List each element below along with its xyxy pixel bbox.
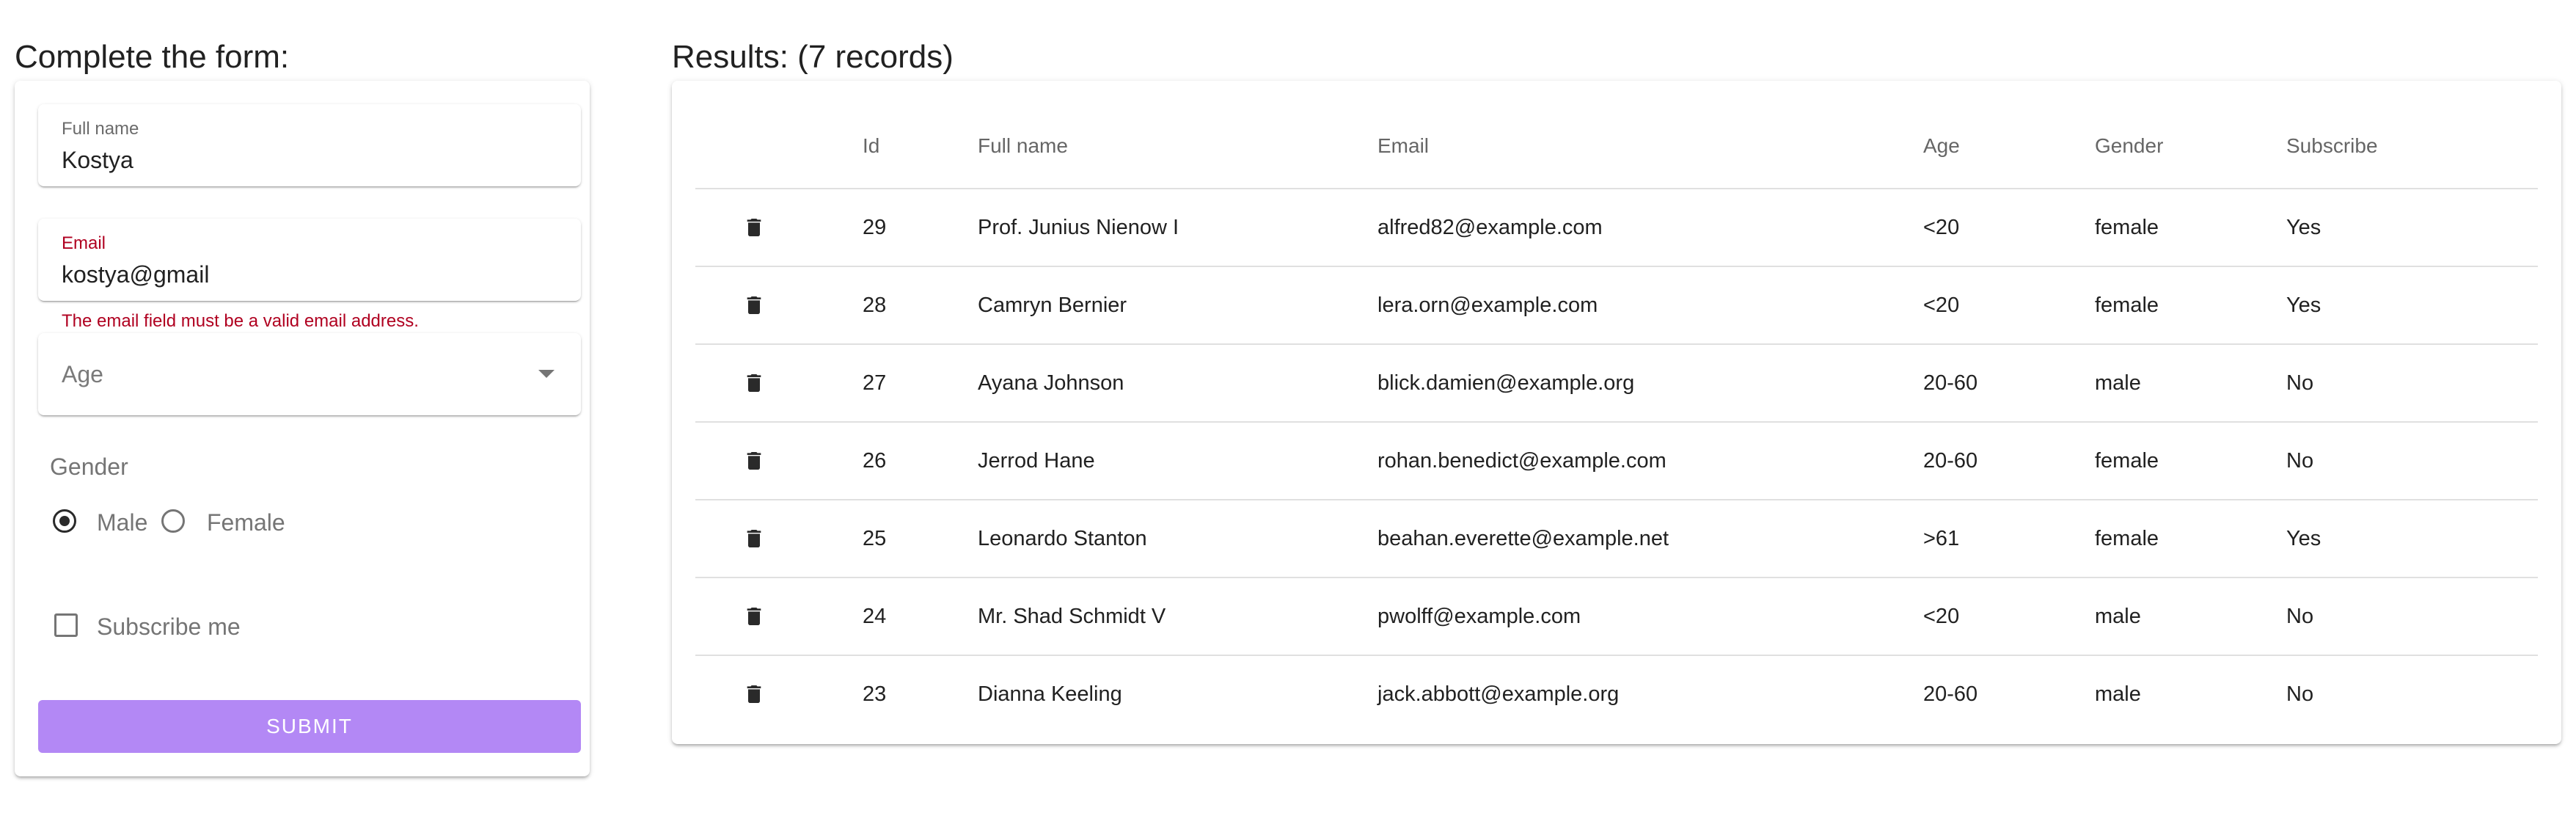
form-heading: Complete the form:: [15, 39, 290, 75]
cell-full-name: Dianna Keeling: [978, 682, 1122, 706]
cell-gender: male: [2095, 682, 2141, 706]
gender-radio-male[interactable]: [53, 509, 76, 533]
cell-full-name: Mr. Shad Schmidt V: [978, 578, 1377, 656]
results-table: Id Full name Email Age Gender Subscribe …: [695, 104, 2538, 732]
table-header-row: Id Full name Email Age Gender Subscribe: [695, 104, 2538, 189]
full-name-label: Full name: [62, 119, 139, 139]
cell-email: pwolff@example.com: [1377, 578, 1923, 656]
results-card: Id Full name Email Age Gender Subscribe …: [672, 81, 2561, 744]
delete-cell: [695, 578, 863, 656]
caret-down-icon[interactable]: [538, 370, 555, 378]
cell-age: >61: [1923, 500, 2095, 578]
submit-button[interactable]: SUBMIT: [38, 700, 581, 753]
table-row: 24 Mr. Shad Schmidt Vpwolff@example.com <2…: [695, 578, 2538, 656]
header-age: Age: [1923, 104, 2095, 189]
cell-full-name: Prof. Junius Nienow I: [978, 189, 1377, 267]
cell-id: 23: [863, 682, 887, 706]
cell-subscribe: No: [2286, 682, 2314, 706]
cell-email: rohan.benedict@example.com: [1377, 422, 1923, 500]
table-row: 26 Jerrod Hane rohan.benedict@example.com 2…: [695, 422, 2538, 500]
subscribe-checkbox[interactable]: [54, 613, 78, 637]
cell-age: <20: [1923, 578, 2095, 656]
header-gender: Gender: [2095, 104, 2286, 189]
age-placeholder: Age: [62, 361, 103, 387]
cell-subscribe: No: [2286, 422, 2538, 500]
trash-icon[interactable]: [742, 446, 766, 476]
cell-full-name: Jerrod Hane: [978, 422, 1377, 500]
cell-age: 20-60: [1923, 682, 1978, 706]
delete-cell: [695, 655, 863, 732]
delete-cell: [695, 344, 863, 423]
cell-subscribe: No: [2286, 344, 2538, 423]
table-row: 29 Prof. Junius Nienow Ialfred82@example.…: [695, 189, 2538, 267]
cell-gender: female: [2095, 422, 2286, 500]
subscribe-label[interactable]: Subscribe me: [97, 613, 241, 641]
table-row: 25 Leonardo Stanton beahan.everette@exampl…: [695, 500, 2538, 578]
cell-full-name: Leonardo Stanton: [978, 500, 1377, 578]
header-actions: [695, 104, 863, 189]
cell-id: 28: [863, 266, 978, 345]
cell-id: 24: [863, 578, 978, 656]
email-error-message: The email field must be a valid email ad…: [62, 311, 419, 331]
cell-age: <20: [1923, 189, 2095, 267]
cell-email: beahan.everette@example.net: [1377, 500, 1923, 578]
header-id: Id: [863, 104, 978, 189]
header-full-name: Full name: [978, 104, 1377, 189]
delete-cell: [695, 500, 863, 578]
delete-cell: [695, 189, 863, 267]
header-subscribe: Subscribe: [2286, 104, 2538, 189]
cell-full-name: Ayana Johnson: [978, 344, 1377, 423]
table-row: 28 Camryn Bernier lera.orn@example.com <20 f…: [695, 266, 2538, 345]
gender-male-label[interactable]: Male: [97, 509, 147, 536]
cell-id: 26: [863, 422, 978, 500]
trash-icon[interactable]: [742, 679, 766, 709]
cell-gender: female: [2095, 189, 2286, 267]
delete-cell: [695, 266, 863, 345]
cell-subscribe: No: [2286, 578, 2538, 656]
trash-icon[interactable]: [742, 213, 766, 242]
trash-icon[interactable]: [742, 602, 766, 631]
cell-full-name: Camryn Bernier: [978, 266, 1377, 345]
cell-subscribe: Yes: [2286, 266, 2538, 345]
header-email: Email: [1377, 104, 1923, 189]
cell-age: <20: [1923, 266, 2095, 345]
cell-email: jack.abbott@example.org: [1377, 682, 1620, 706]
cell-age: 20-60: [1923, 422, 2095, 500]
trash-icon[interactable]: [742, 291, 766, 320]
email-value[interactable]: kostya@gmail: [62, 261, 209, 288]
cell-email: alfred82@example.com: [1377, 189, 1923, 267]
cell-gender: male: [2095, 344, 2286, 423]
cell-subscribe: Yes: [2286, 500, 2538, 578]
trash-icon[interactable]: [742, 368, 766, 398]
cell-gender: male: [2095, 578, 2286, 656]
form-card: Full name Kostya Email kostya@gmail The …: [15, 81, 590, 776]
cell-age: 20-60: [1923, 344, 2095, 423]
results-heading: Results: (7 records): [672, 39, 954, 75]
full-name-field[interactable]: Full name Kostya: [38, 104, 581, 186]
cell-email: lera.orn@example.com: [1377, 266, 1923, 345]
gender-radio-female[interactable]: [161, 509, 185, 533]
trash-icon[interactable]: [742, 524, 766, 553]
cell-id: 29: [863, 189, 978, 267]
delete-cell: [695, 422, 863, 500]
cell-gender: female: [2095, 266, 2286, 345]
cell-subscribe: Yes: [2286, 189, 2538, 267]
table-row: 27 Ayana Johnson blick.damien@example.org 2…: [695, 344, 2538, 423]
age-select[interactable]: Age: [38, 333, 581, 415]
cell-email: blick.damien@example.org: [1377, 344, 1923, 423]
cell-id: 27: [863, 344, 978, 423]
gender-female-label[interactable]: Female: [207, 509, 285, 536]
full-name-value[interactable]: Kostya: [62, 147, 133, 174]
email-field[interactable]: Email kostya@gmail: [38, 219, 581, 301]
gender-label: Gender: [50, 453, 128, 480]
table-row: 23 Dianna Keeling jack.abbott@example.org 2…: [695, 655, 2538, 732]
email-label: Email: [62, 233, 106, 253]
cell-gender: female: [2095, 500, 2286, 578]
cell-id: 25: [863, 500, 978, 578]
radio-selected-dot: [59, 516, 70, 526]
